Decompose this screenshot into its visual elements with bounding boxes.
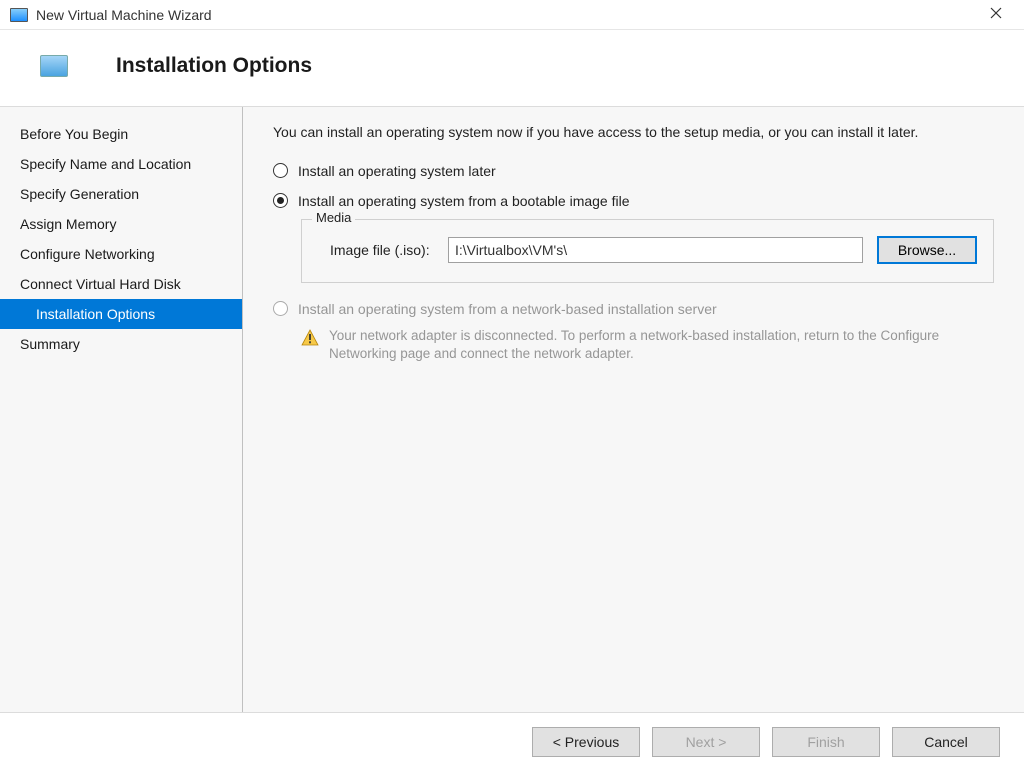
radio-label: Install an operating system from a boota… [298,193,630,209]
radio-icon [273,193,288,208]
sidebar-item-installation-options[interactable]: Installation Options [0,299,242,329]
image-file-label: Image file (.iso): [318,242,448,258]
image-file-input[interactable] [448,237,863,263]
radio-label: Install an operating system from a netwo… [298,301,717,317]
wizard-header-icon [40,55,68,77]
wizard-window: New Virtual Machine Wizard Installation … [0,0,1024,771]
option-install-network: Install an operating system from a netwo… [273,301,994,317]
sidebar-item-label: Connect Virtual Hard Disk [20,276,181,292]
sidebar-item-label: Before You Begin [20,126,128,142]
option-install-bootable-image[interactable]: Install an operating system from a boota… [273,193,994,209]
finish-button: Finish [772,727,880,757]
next-button: Next > [652,727,760,757]
close-button[interactable] [976,1,1016,29]
close-icon [990,7,1002,19]
wizard-button-bar: < Previous Next > Finish Cancel [0,713,1024,771]
wizard-steps-sidebar: Before You Begin Specify Name and Locati… [0,107,243,712]
sidebar-item-label: Specify Generation [20,186,139,202]
sidebar-item-specify-generation[interactable]: Specify Generation [0,179,242,209]
media-fieldset: Media Image file (.iso): Browse... [301,219,994,283]
sidebar-item-before-you-begin[interactable]: Before You Begin [0,119,242,149]
previous-button[interactable]: < Previous [532,727,640,757]
radio-icon [273,163,288,178]
fieldset-legend: Media [312,210,355,225]
window-title: New Virtual Machine Wizard [36,7,212,23]
sidebar-item-connect-vhd[interactable]: Connect Virtual Hard Disk [0,269,242,299]
image-file-row: Image file (.iso): Browse... [318,236,977,264]
option-install-later[interactable]: Install an operating system later [273,163,994,179]
sidebar-item-specify-name[interactable]: Specify Name and Location [0,149,242,179]
sidebar-item-configure-networking[interactable]: Configure Networking [0,239,242,269]
warning-icon [301,329,319,347]
sidebar-item-label: Configure Networking [20,246,155,262]
sidebar-item-assign-memory[interactable]: Assign Memory [0,209,242,239]
radio-label: Install an operating system later [298,163,496,179]
titlebar: New Virtual Machine Wizard [0,0,1024,30]
sidebar-item-label: Installation Options [36,306,155,322]
page-title: Installation Options [116,54,312,78]
intro-text: You can install an operating system now … [273,123,994,143]
sidebar-item-label: Specify Name and Location [20,156,191,172]
radio-icon [273,301,288,316]
wizard-content: You can install an operating system now … [243,107,1024,712]
browse-button[interactable]: Browse... [877,236,977,264]
wizard-body: Before You Begin Specify Name and Locati… [0,106,1024,713]
sidebar-item-label: Summary [20,336,80,352]
app-icon [10,8,28,22]
cancel-button[interactable]: Cancel [892,727,1000,757]
wizard-header: Installation Options [0,30,1024,106]
sidebar-item-label: Assign Memory [20,216,116,232]
sidebar-item-summary[interactable]: Summary [0,329,242,359]
warning-text: Your network adapter is disconnected. To… [329,327,994,365]
network-warning: Your network adapter is disconnected. To… [301,327,994,365]
